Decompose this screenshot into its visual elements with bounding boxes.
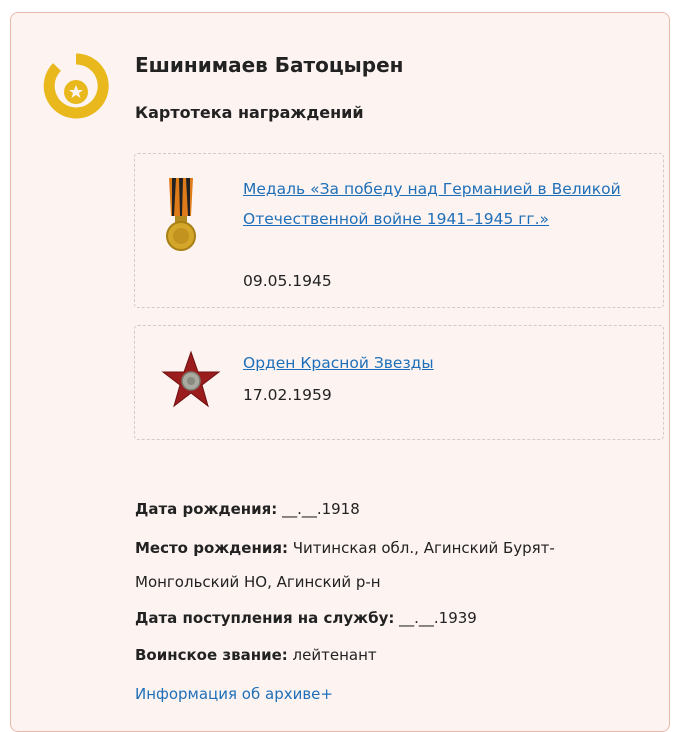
person-name: Ешинимаев Батоцырен: [135, 53, 404, 77]
birthplace-label: Место рождения:: [135, 539, 288, 557]
rank-row: Воинское звание: лейтенант: [135, 646, 377, 664]
archive-info-link[interactable]: Информация об архиве+: [135, 685, 333, 703]
rank-value: лейтенант: [292, 646, 377, 664]
awards-section-title: Картотека награждений: [135, 103, 364, 122]
birthplace-row: Место рождения: Читинская обл., Агинский…: [135, 539, 555, 557]
victory-medal-icon: [166, 178, 196, 251]
medal-badge-icon: [43, 53, 109, 119]
birthplace-row-continued: Монгольский НО, Агинский р-н: [135, 573, 381, 591]
birthdate-value: __.__.1918: [282, 500, 360, 518]
award-date: 17.02.1959: [243, 386, 332, 404]
red-star-order-icon: [161, 350, 221, 408]
service-date-label: Дата поступления на службу:: [135, 609, 395, 627]
award-date: 09.05.1945: [243, 272, 332, 290]
award-card: Орден Красной Звезды 17.02.1959: [134, 325, 664, 440]
birthdate-row: Дата рождения: __.__.1918: [135, 500, 360, 518]
birthplace-value: Читинская обл., Агинский Бурят-: [292, 539, 555, 557]
person-card: Ешинимаев Батоцырен Картотека награждени…: [10, 12, 670, 732]
birthplace-value-continued: Монгольский НО, Агинский р-н: [135, 573, 381, 591]
rank-label: Воинское звание:: [135, 646, 288, 664]
award-card: Медаль «За победу над Германией в Велико…: [134, 153, 664, 308]
service-date-row: Дата поступления на службу: __.__.1939: [135, 609, 477, 627]
award-link[interactable]: Орден Красной Звезды: [243, 348, 623, 378]
service-date-value: __.__.1939: [399, 609, 477, 627]
birthdate-label: Дата рождения:: [135, 500, 278, 518]
award-link[interactable]: Медаль «За победу над Германией в Велико…: [243, 174, 623, 234]
